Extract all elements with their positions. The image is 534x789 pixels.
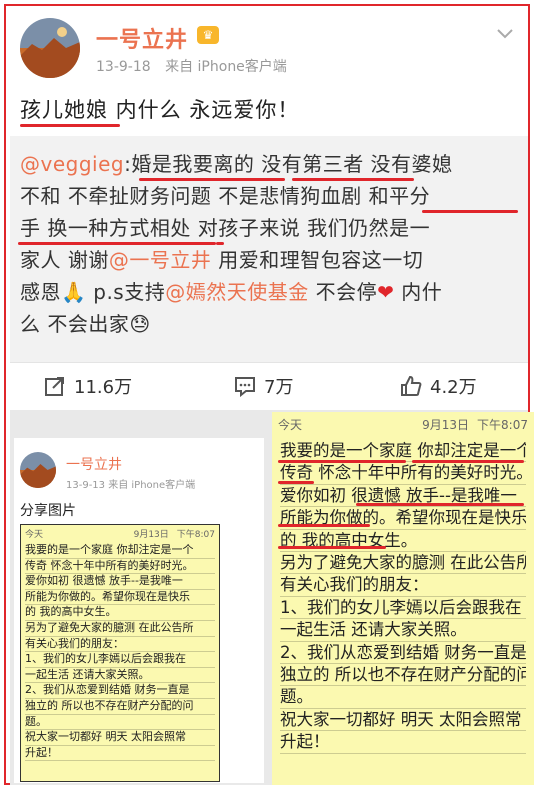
- username[interactable]: 一号立井: [96, 22, 188, 54]
- note-today: 今天: [25, 529, 44, 540]
- highlight-underline: [422, 210, 518, 213]
- post-text: 孩儿她娘 内什么 永远爱你！: [20, 94, 300, 127]
- avatar[interactable]: [20, 18, 80, 78]
- note-today: 今天: [278, 417, 303, 432]
- highlight-underline: [139, 178, 285, 181]
- highlight-underline: [18, 242, 216, 245]
- note-lines: 我要的是一个家庭 你却注定是一个 传奇 怀念十年中所有的美好时光。 爱你如初 很遗憾…: [272, 440, 534, 754]
- heart-icon: ❤: [377, 280, 395, 304]
- note-line: 另为了避免大家的臆测 在此公告所: [280, 552, 526, 575]
- note-line: 祝大家一切都好 明天 太阳会照常: [280, 709, 526, 732]
- highlight-underline: [278, 481, 314, 484]
- note-date: 9月13日: [133, 529, 169, 540]
- comment-button[interactable]: 7万: [234, 373, 293, 399]
- post-source: 来自 iPhone客户端: [165, 59, 287, 75]
- note-image-small: 今天 9月13日 下午8:07 我要的是一个家庭 你却注定是一个 传奇 怀念十年中所…: [20, 524, 220, 782]
- like-button[interactable]: 4.2万: [400, 373, 477, 399]
- chevron-down-icon[interactable]: [496, 24, 514, 42]
- note-time: 下午8:07: [477, 417, 528, 432]
- repost-text-segment: 手 换一种方式相处 对孩子来说 我们仍然是一: [20, 216, 431, 240]
- avatar: [20, 452, 56, 488]
- repost-text-segment: 么 不会出家😓: [20, 312, 151, 336]
- note-line: 升起！: [280, 731, 526, 754]
- image-attachments[interactable]: 一号立井 13-9-13 来自 iPhone客户端 分享图片 今天 9月13日下…: [10, 410, 534, 785]
- post-meta: 13-9-18 来自 iPhone客户端: [96, 56, 297, 76]
- repost-line: 手 换一种方式相处 对孩子来说 我们仍然是一: [20, 212, 520, 244]
- highlight-underline: [278, 524, 370, 527]
- screenshot-thumbnail[interactable]: 一号立井 13-9-13 来自 iPhone客户端 分享图片 今天 9月13日下…: [14, 438, 264, 783]
- repost-text-segment: :婚是我要离的 没有第三者 没有婆媳: [124, 152, 453, 176]
- note-line: 另为了避免大家的臆测 在此公告所: [25, 621, 215, 637]
- repost-text-segment: 内什: [394, 280, 443, 304]
- note-line: 升起！: [25, 746, 215, 762]
- note-line: 一起生活 还请大家关照。: [25, 668, 215, 684]
- mention-link[interactable]: @一号立井: [109, 248, 212, 272]
- vip-crown-icon: ♛: [197, 26, 219, 44]
- note-line: 所能为你做的。希望你现在是快乐: [25, 590, 215, 606]
- repost-line: 不和 不牵扯财务问题 不是悲情狗血剧 和平分: [20, 180, 520, 212]
- repost-line: 家人 谢谢@一号立井 用爱和理智包容这一切: [20, 244, 520, 276]
- note-date: 9月13日: [422, 417, 470, 432]
- highlight-underline: [20, 124, 120, 127]
- note-line: 1、我们的女儿李嫣以后会跟我在: [25, 652, 215, 668]
- comment-count: 7万: [264, 377, 294, 398]
- highlight-underline: [412, 460, 524, 463]
- like-count: 4.2万: [430, 377, 477, 398]
- highlight-underline: [216, 242, 224, 245]
- note-line: 独立的 所以也不存在财产分配的问: [25, 699, 215, 715]
- mention-link[interactable]: @嫣然天使基金: [165, 280, 309, 304]
- repost-line: @veggieg:婚是我要离的 没有第三者 没有婆媳: [20, 148, 520, 180]
- note-line: 2、我们从恋爱到结婚 财务一直是: [280, 642, 526, 665]
- repost-text-segment: 感恩🙏 p.s支持: [20, 280, 166, 304]
- reposted-content[interactable]: @veggieg:婚是我要离的 没有第三者 没有婆媳不和 不牵扯财务问题 不是悲…: [10, 136, 528, 362]
- note-line: 的 我的高中女生。: [25, 605, 215, 621]
- post-text-content: 孩儿她娘 内什么 永远爱你！: [20, 98, 300, 122]
- repost-line: 么 不会出家😓: [20, 308, 520, 340]
- repost-icon: [45, 377, 64, 396]
- note-header: 今天 9月13日 下午8:07: [21, 525, 219, 541]
- repost-text-segment: 用爱和理智包容这一切: [211, 248, 424, 272]
- note-line: 传奇 怀念十年中所有的美好时光。: [25, 559, 215, 575]
- note-line: 有关心我们的朋友：: [25, 637, 215, 653]
- action-bar: 11.6万 7万 4.2万: [10, 362, 528, 406]
- repost-text-segment: 不会停: [308, 280, 378, 304]
- note-header: 今天 9月13日 下午8:07: [272, 412, 534, 436]
- note-line: 祝大家一切都好 明天 太阳会照常: [25, 730, 215, 746]
- note-image-large[interactable]: 今天 9月13日 下午8:07 我要的是一个家庭 你却注定是一个 传奇 怀念十年中所…: [272, 412, 534, 785]
- note-lines: 我要的是一个家庭 你却注定是一个 传奇 怀念十年中所有的美好时光。 爱你如初 很遗憾…: [21, 543, 219, 762]
- repost-text-segment: 不和 不牵扯财务问题 不是悲情狗血剧 和平分: [20, 184, 431, 208]
- share-label: 分享图片: [20, 503, 76, 519]
- note-line: 2、我们从恋爱到结婚 财务一直是: [25, 683, 215, 699]
- repost-button[interactable]: 11.6万: [44, 373, 132, 399]
- comment-icon: [235, 377, 255, 397]
- screenshot-frame: 一号立井 ♛ 13-9-18 来自 iPhone客户端 孩儿她娘 内什么 永远爱…: [4, 4, 534, 785]
- note-line: 爱你如初 很遗憾 放手--是我唯一: [25, 574, 215, 590]
- thumb-username: 一号立井: [66, 457, 122, 473]
- highlight-underline: [278, 546, 386, 549]
- thumbs-up-icon: [401, 375, 422, 396]
- post-date: 13-9-18: [96, 59, 151, 75]
- thumb-meta: 13-9-13 来自 iPhone客户端: [66, 480, 196, 491]
- repost-text-segment: 家人 谢谢: [20, 248, 109, 272]
- note-line: 题。: [25, 715, 215, 731]
- mention-link[interactable]: @veggieg: [20, 152, 124, 176]
- note-line: 一起生活 还请大家关照。: [280, 619, 526, 642]
- note-line: 题。: [280, 686, 526, 709]
- note-line: 1、我们的女儿李嫣以后会跟我在: [280, 597, 526, 620]
- highlight-underline: [356, 503, 524, 506]
- repost-count: 11.6万: [74, 377, 133, 398]
- highlight-underline: [292, 178, 414, 181]
- note-line: 我要的是一个家庭 你却注定是一个: [25, 543, 215, 559]
- highlight-underline: [278, 460, 406, 463]
- note-line: 独立的 所以也不存在财产分配的问: [280, 664, 526, 687]
- note-line: 传奇 怀念十年中所有的美好时光。: [280, 462, 526, 485]
- note-line: 有关心我们的朋友：: [280, 574, 526, 597]
- note-time: 下午8:07: [176, 529, 215, 540]
- repost-line: 感恩🙏 p.s支持@嫣然天使基金 不会停❤ 内什: [20, 276, 520, 308]
